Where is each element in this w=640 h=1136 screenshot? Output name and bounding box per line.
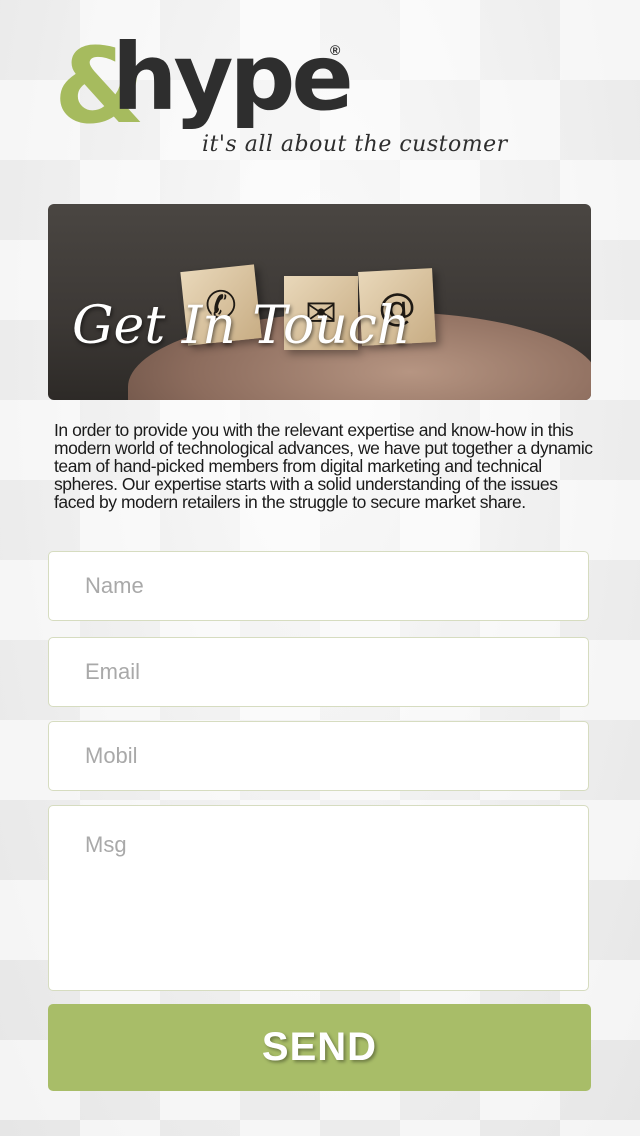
registered-mark: ® — [330, 42, 341, 58]
send-button[interactable]: SEND — [48, 1004, 591, 1091]
message-field[interactable] — [48, 805, 589, 991]
name-field[interactable] — [48, 551, 589, 621]
brand-tagline: it's all about the customer — [202, 132, 508, 157]
hero-banner: ✆ ✉ @ Get In Touch — [48, 204, 591, 400]
hero-title: Get In Touch — [72, 296, 411, 356]
logo-wordmark: hype — [112, 24, 354, 131]
intro-paragraph: In order to provide you with the relevan… — [54, 420, 593, 512]
brand-logo: & hype ® — [54, 28, 354, 139]
email-field[interactable] — [48, 637, 589, 707]
mobile-field[interactable] — [48, 721, 589, 791]
